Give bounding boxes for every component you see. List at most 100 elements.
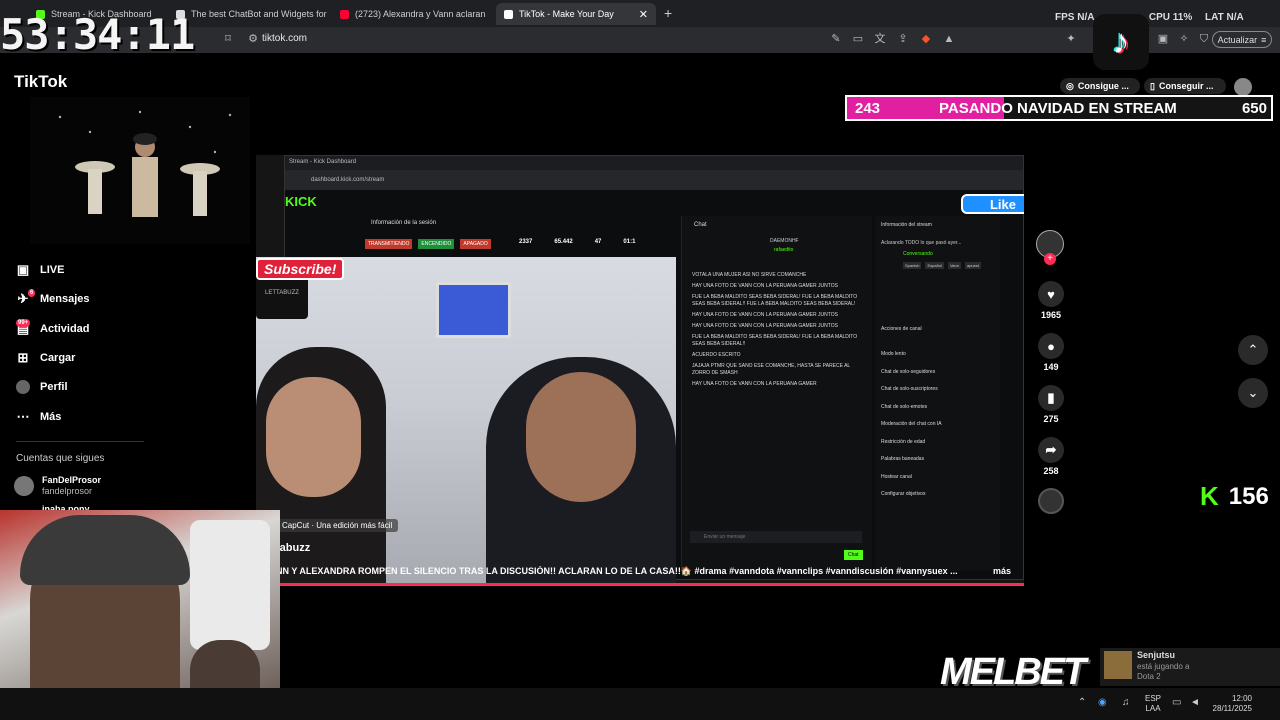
video-progress-bar[interactable] [256,583,1024,586]
get-coins-button[interactable]: ◎ Consigue ... [1060,78,1140,94]
system-clock[interactable]: 12:00 28/11/2025 [1210,694,1252,714]
new-tab-icon[interactable]: + [664,5,672,21]
tiktok-video-player[interactable]: Stream - Kick Dashboard dashboard.kick.c… [256,155,1024,585]
viewer-count: 156 [1228,482,1269,510]
chat-message: ACUERDO ESCRITO [692,352,741,358]
get-app-button[interactable]: ▯ Conseguir ... [1144,78,1226,94]
comment-count: 149 [1043,362,1059,372]
tray-expand-icon[interactable]: ⌃ [1078,697,1086,708]
microphone-icon[interactable]: ♫ [1122,697,1130,708]
video-author[interactable]: tabuzz [276,542,310,554]
brave-shield-icon[interactable]: ◆ [920,33,932,45]
url-field[interactable]: tiktok.com [262,33,307,44]
tray-app-icon[interactable]: ◉ [1098,697,1107,708]
network-icon[interactable]: ▭ [1172,697,1181,708]
site-info-icon[interactable]: ⚙ [247,33,259,45]
sidebar-item-more[interactable]: ⋯ Más [16,409,62,424]
session-chips: TRANSMITIENDO ENCENDIDO APAGADO [365,239,491,249]
like-sticker: Like [961,194,1024,214]
chat-message: FUE LA BEBA MALDITO SEAS BEBA SIDERAL! F… [692,294,858,307]
chat-message: HAY UNA FOTO DE VANN CON LA PERUANA GAME… [692,323,838,329]
channel-action: Configurar objetivos [881,491,926,497]
update-button[interactable]: Actualizar ≡ [1212,31,1272,48]
tab-youtube[interactable]: (2723) Alexandra y Vann aclaran [332,3,492,25]
keyboard-language[interactable]: ESP LAA [1145,694,1161,714]
channel-action: Hostear canal [881,473,912,480]
save-action[interactable]: ▮ 275 [1038,385,1064,424]
phone-icon: ▯ [1150,80,1155,91]
stream-tag: Vann [947,262,961,269]
caption-more-link[interactable]: más [993,566,1011,576]
capcut-label[interactable]: CapCut · Una edición más fácil [276,519,399,532]
kick-window-titlebar: Stream - Kick Dashboard [285,156,1023,170]
chip-streaming: TRANSMITIENDO [365,239,413,249]
sidebar-icon[interactable]: ▣ [1157,33,1169,45]
bookmark-icon[interactable]: ⌑ [222,33,234,45]
save-count: 275 [1043,414,1059,424]
sidebar-item-upload[interactable]: ⊞ Cargar [16,350,76,365]
performers-image [30,97,250,244]
upload-icon: ⊞ [17,350,29,365]
stream-info-title: Información del stream [881,222,932,228]
share-icon[interactable]: ⇪ [897,33,909,45]
sidebar-item-messages[interactable]: ✈ 6 Mensajes [16,289,90,306]
sidebar-item-activity[interactable]: ▤ 99+ Actividad [16,319,90,336]
share-action[interactable]: ➦ 258 [1038,437,1064,476]
lat-value: N/A [1226,12,1244,23]
youtube-favicon-icon [340,9,349,19]
windows-taskbar: ⌃ ◉ ♫ ESP LAA ▭ ◄ 12:00 28/11/2025 [0,688,1280,720]
language-icon[interactable]: 文 [874,33,886,45]
chip-on: ENCENDIDO [418,239,455,249]
translate-icon[interactable]: ✎ [830,33,842,45]
steam-notification[interactable]: Senjutsu está jugando a Dota 2 [1100,648,1280,686]
messages-badge: 6 [28,289,36,297]
sidebar-item-live[interactable]: ▣ LIVE [16,263,65,277]
follow-plus-icon[interactable]: + [1044,253,1056,265]
cast-icon[interactable]: ▭ [852,33,864,45]
user-avatar[interactable] [1234,78,1252,96]
stream-timer: 53:34:11 [0,10,195,59]
friend-avatar [1104,651,1132,679]
sidebar-item-profile[interactable]: Perfil [16,380,68,394]
tiktok-overlay-logo-icon: ♪ [1093,14,1149,70]
close-tab-icon[interactable]: ✕ [639,8,648,21]
extensions-icon[interactable]: ✦ [1065,33,1077,45]
comment-action[interactable]: ● 149 [1038,333,1064,372]
sidebar-item-label: Más [40,411,62,423]
music-disc-icon[interactable] [1038,488,1064,514]
melbet-logo: MELBET [940,651,1086,693]
video-webcam-scene: LETTABUZZ [256,257,676,585]
following-account[interactable]: FanDelProsor fandelprosor [14,475,101,497]
more-icon: ⋯ [16,409,30,424]
tiktok-logo[interactable]: TikTok [14,72,67,92]
chat-input: Enviar un mensaje [690,531,862,543]
comment-icon: ● [1038,333,1064,359]
chip-off: APAGADO [460,239,491,249]
tiktok-favicon-icon [504,9,513,19]
language-code: ESP [1145,694,1162,703]
volume-icon[interactable]: ◄ [1190,697,1200,708]
like-action[interactable]: ♥ 1965 [1038,281,1064,320]
vpn-icon[interactable]: ⛉ [1198,33,1210,45]
cpu-label: CPU [1148,12,1170,23]
coin-icon: ◎ [1066,80,1074,91]
chat-message: HAY UNA FOTO DE VANN CON LA PERUANA GAME… [692,381,817,387]
rewards-icon[interactable]: ▲ [943,33,955,45]
session-title: Información de la sesión [371,220,437,226]
subscriber-goal-bar: 243 PASANDO NAVIDAD EN STREAM 650 [845,95,1273,121]
tab-tiktok[interactable]: TikTok - Make Your Day ✕ [496,3,656,25]
kick-logo: KICK [285,194,317,209]
tab-title: TikTok - Make Your Day [519,9,614,19]
sidebar-item-label: Actividad [40,323,90,335]
account-handle: fandelprosor [42,486,93,496]
next-video-button[interactable]: ⌄ [1238,378,1268,408]
leo-icon[interactable]: ✧ [1178,33,1190,45]
button-label: Conseguir ... [1158,81,1214,91]
stream-tags: Spanish Español Vann apuest [903,262,981,269]
subscribe-sticker: Subscribe! [256,258,345,280]
previous-video-button[interactable]: ⌃ [1238,335,1268,365]
chat-user: rafaedito [774,247,794,253]
layout-code: LAA [1145,704,1161,713]
stream-tag: Español [925,262,944,269]
stat-value: 01:1 [623,239,636,245]
